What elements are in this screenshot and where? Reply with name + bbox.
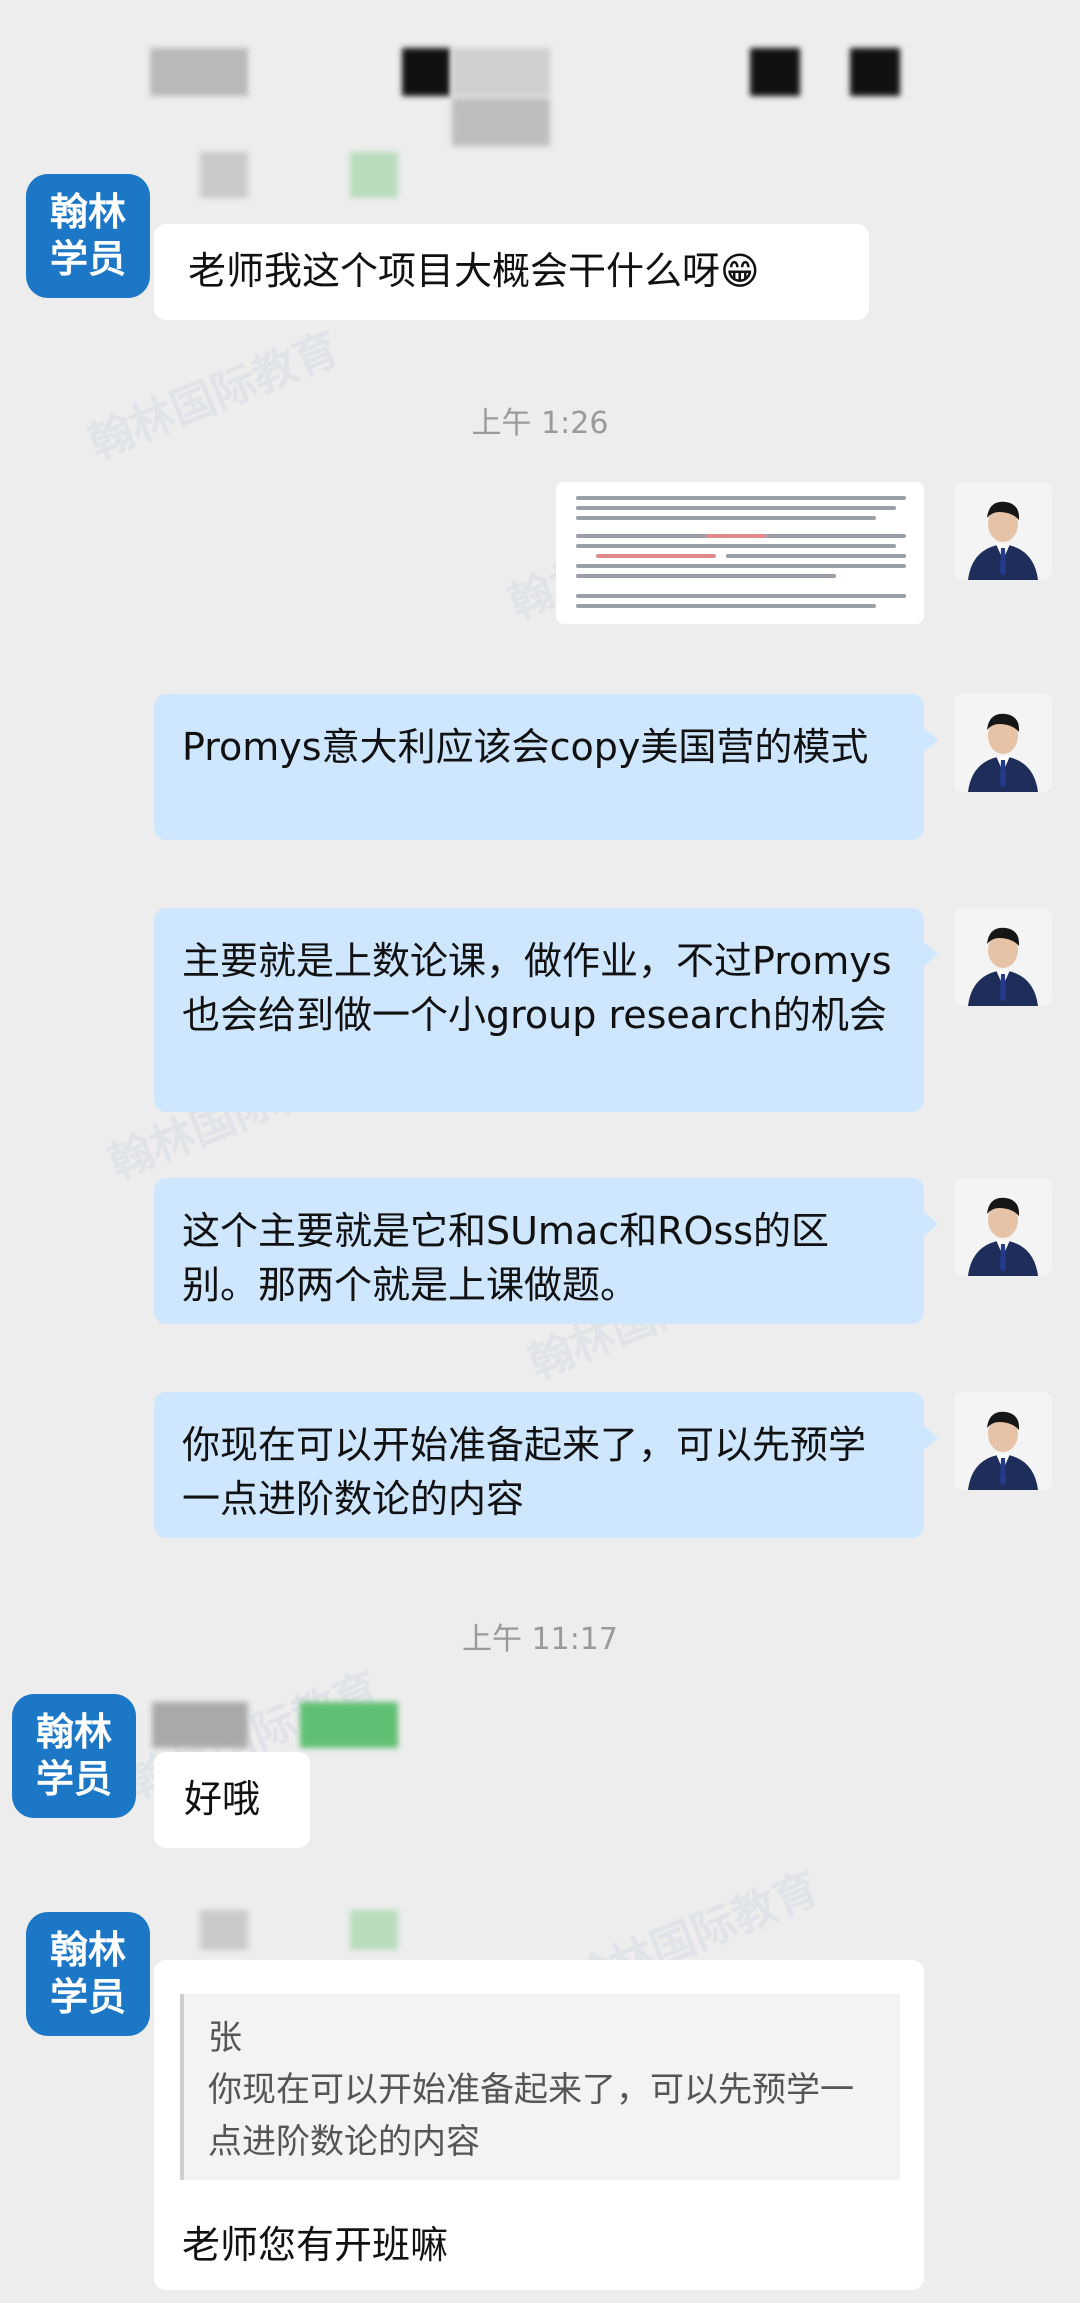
blurred-sender-name — [200, 1910, 248, 1950]
message-bubble-student[interactable]: 好哦 — [154, 1752, 310, 1848]
watermark: 翰林国际教育 — [81, 323, 346, 470]
blurred-title-block — [850, 48, 900, 96]
badge-line-2: 学员 — [49, 237, 126, 281]
blurred-sender-name — [300, 1702, 398, 1748]
message-text: 这个主要就是它和SUmac和ROss的区别。那两个就是上课做题。 — [182, 1209, 830, 1307]
teacher-photo — [954, 1178, 1052, 1276]
message-text: 老师您有开班嘛 — [182, 2223, 449, 2267]
teacher-avatar[interactable] — [954, 908, 1052, 1006]
message-bubble-student[interactable]: 老师我这个项目大概会干什么呀😁 — [154, 224, 869, 320]
quote-sender: 张 — [208, 2018, 242, 2058]
document-image[interactable] — [556, 482, 924, 624]
teacher-photo — [954, 908, 1052, 1006]
blurred-sender-name — [200, 152, 248, 198]
blurred-sender-name — [152, 1702, 248, 1748]
message-text: 老师我这个项目大概会干什么呀😁 — [188, 249, 760, 293]
student-avatar[interactable]: 翰林 学员 — [26, 174, 150, 298]
blurred-title-block — [150, 48, 248, 96]
student-avatar[interactable]: 翰林 学员 — [26, 1912, 150, 2036]
teacher-avatar[interactable] — [954, 694, 1052, 792]
teacher-photo — [954, 694, 1052, 792]
teacher-photo — [954, 1392, 1052, 1490]
message-text: 主要就是上数论课，做作业，不过Promys也会给到做一个小group resea… — [182, 939, 892, 1037]
teacher-photo — [954, 482, 1052, 580]
teacher-avatar[interactable] — [954, 1392, 1052, 1490]
badge-line-1: 翰林 — [35, 1709, 112, 1754]
blurred-title-block — [452, 48, 550, 96]
badge-line-2: 学员 — [49, 1975, 126, 2019]
quoted-message[interactable]: 张 你现在可以开始准备起来了，可以先预学一点进阶数论的内容 — [180, 1994, 900, 2180]
timestamp: 上午 11:17 — [462, 1622, 618, 1657]
message-bubble-teacher[interactable]: Promys意大利应该会copy美国营的模式 — [154, 694, 938, 840]
message-bubble-teacher[interactable]: 你现在可以开始准备起来了，可以先预学一点进阶数论的内容 — [154, 1392, 938, 1538]
message-text: 好哦 — [184, 1777, 261, 1821]
blurred-title-block — [750, 48, 800, 96]
teacher-avatar[interactable] — [954, 482, 1052, 580]
blurred-sender-name — [350, 152, 398, 198]
chat-header — [0, 0, 1080, 150]
blurred-sender-name — [350, 1910, 398, 1950]
message-bubble-teacher[interactable]: 这个主要就是它和SUmac和ROss的区别。那两个就是上课做题。 — [154, 1178, 938, 1324]
message-bubble-teacher[interactable]: 主要就是上数论课，做作业，不过Promys也会给到做一个小group resea… — [154, 908, 938, 1112]
student-avatar[interactable]: 翰林 学员 — [12, 1694, 136, 1818]
blurred-title-block — [402, 48, 450, 96]
badge-line-2: 学员 — [35, 1757, 112, 1801]
message-text: Promys意大利应该会copy美国营的模式 — [182, 725, 869, 769]
blurred-title-block — [452, 98, 550, 146]
message-text: 你现在可以开始准备起来了，可以先预学一点进阶数论的内容 — [182, 1423, 867, 1521]
quote-text: 你现在可以开始准备起来了，可以先预学一点进阶数论的内容 — [208, 2070, 854, 2162]
timestamp: 上午 1:26 — [471, 406, 609, 441]
teacher-avatar[interactable] — [954, 1178, 1052, 1276]
badge-line-1: 翰林 — [49, 189, 126, 234]
badge-line-1: 翰林 — [49, 1927, 126, 1972]
